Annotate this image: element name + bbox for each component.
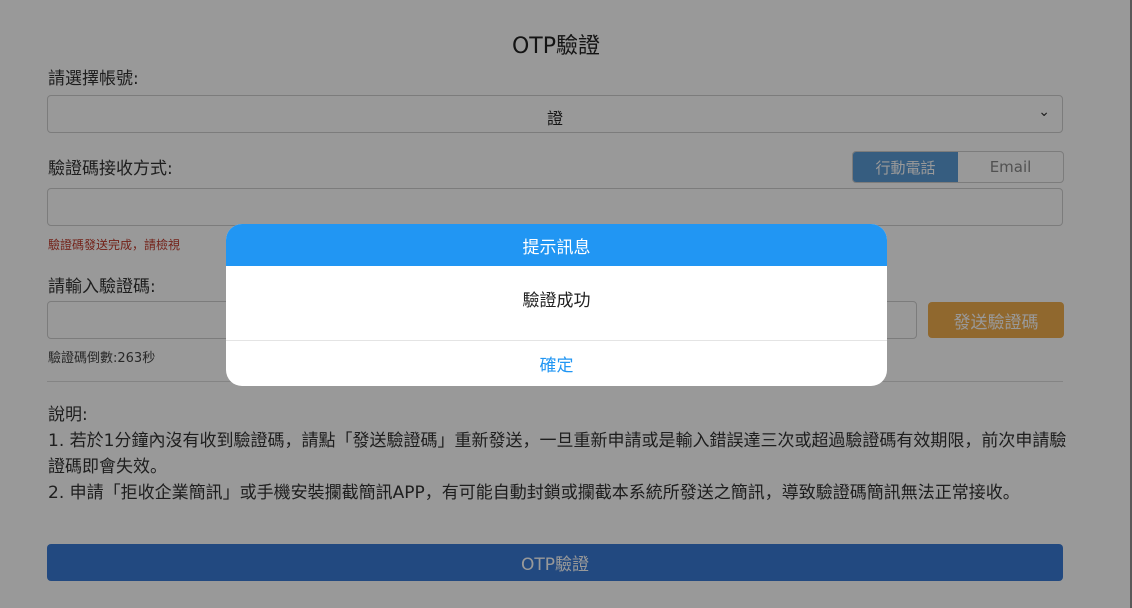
dialog-title: 提示訊息	[226, 224, 887, 266]
alert-dialog: 提示訊息 驗證成功 確定	[226, 224, 887, 386]
confirm-button[interactable]: 確定	[226, 341, 887, 385]
dialog-message: 驗證成功	[226, 266, 887, 341]
